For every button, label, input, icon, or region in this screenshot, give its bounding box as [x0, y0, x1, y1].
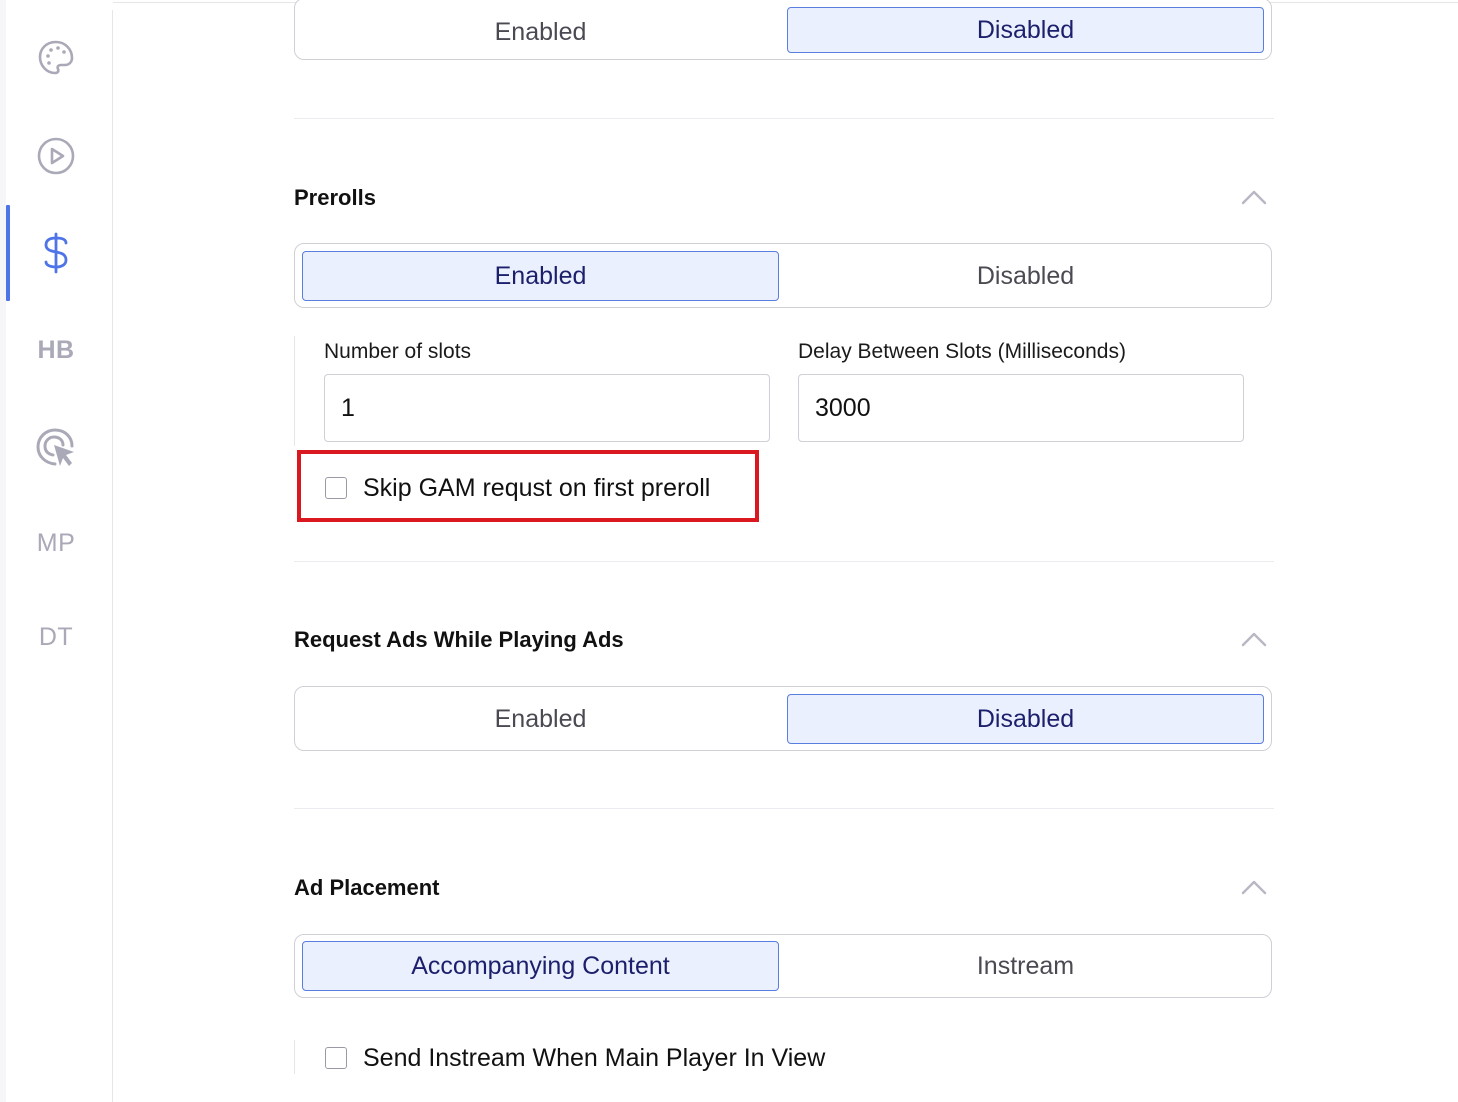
sidebar-item-mp[interactable]: MP: [10, 513, 102, 573]
highlight-box: [297, 450, 759, 522]
send-instream-label: Send Instream When Main Player In View: [363, 1044, 826, 1072]
sidebar-edge: [0, 0, 6, 1102]
section-divider: [294, 118, 1274, 119]
chevron-up-icon[interactable]: [1240, 629, 1268, 649]
prerolls-disabled[interactable]: Disabled: [787, 251, 1264, 301]
prerolls-enabled[interactable]: Enabled: [302, 251, 779, 301]
chevron-up-icon[interactable]: [1240, 877, 1268, 897]
ad-placement-title: Ad Placement: [294, 875, 440, 900]
ad-placement-instream[interactable]: Instream: [787, 941, 1264, 991]
section-divider: [294, 808, 1274, 809]
top-toggle-enabled[interactable]: Enabled: [302, 7, 779, 57]
sidebar-item-clicks[interactable]: [10, 418, 102, 478]
ad-placement-accompanying-content[interactable]: Accompanying Content: [302, 941, 779, 991]
top-toggle: Enabled Disabled: [294, 0, 1272, 60]
number-of-slots-input[interactable]: 1: [324, 374, 770, 442]
mp-icon: MP: [36, 528, 76, 557]
ad-placement-toggle: Accompanying Content Instream: [294, 934, 1272, 998]
top-toggle-disabled[interactable]: Disabled: [787, 7, 1264, 53]
sidebar-item-dt[interactable]: DT: [10, 607, 102, 667]
cursor-target-icon: [36, 428, 74, 466]
dt-icon: DT: [38, 622, 74, 651]
prerolls-title: Prerolls: [294, 185, 376, 210]
request-ads-disabled[interactable]: Disabled: [787, 694, 1264, 744]
section-divider: [294, 561, 1274, 562]
sidebar-item-design[interactable]: [10, 28, 102, 88]
sidebar-item-monetization[interactable]: [10, 223, 102, 283]
field-guide: [294, 1040, 295, 1074]
send-instream-checkbox[interactable]: [325, 1047, 347, 1069]
request-ads-enabled[interactable]: Enabled: [302, 694, 779, 744]
sidebar-item-player[interactable]: [10, 126, 102, 186]
palette-icon: [38, 40, 74, 75]
sidebar-divider: [112, 10, 113, 1102]
prerolls-toggle: Enabled Disabled: [294, 243, 1272, 308]
delay-label: Delay Between Slots (Milliseconds): [798, 340, 1126, 363]
number-of-slots-label: Number of slots: [324, 340, 472, 363]
sidebar: HB MP DT: [0, 0, 113, 1102]
sidebar-item-hb[interactable]: HB: [10, 320, 102, 380]
play-circle-icon: [37, 137, 75, 175]
request-ads-toggle: Enabled Disabled: [294, 686, 1272, 751]
field-guide: [294, 336, 295, 446]
hb-icon: HB: [37, 335, 75, 364]
dollar-icon: [44, 232, 68, 274]
request-ads-title: Request Ads While Playing Ads: [294, 627, 624, 652]
chevron-up-icon[interactable]: [1240, 187, 1268, 207]
delay-input[interactable]: 3000: [798, 374, 1244, 442]
